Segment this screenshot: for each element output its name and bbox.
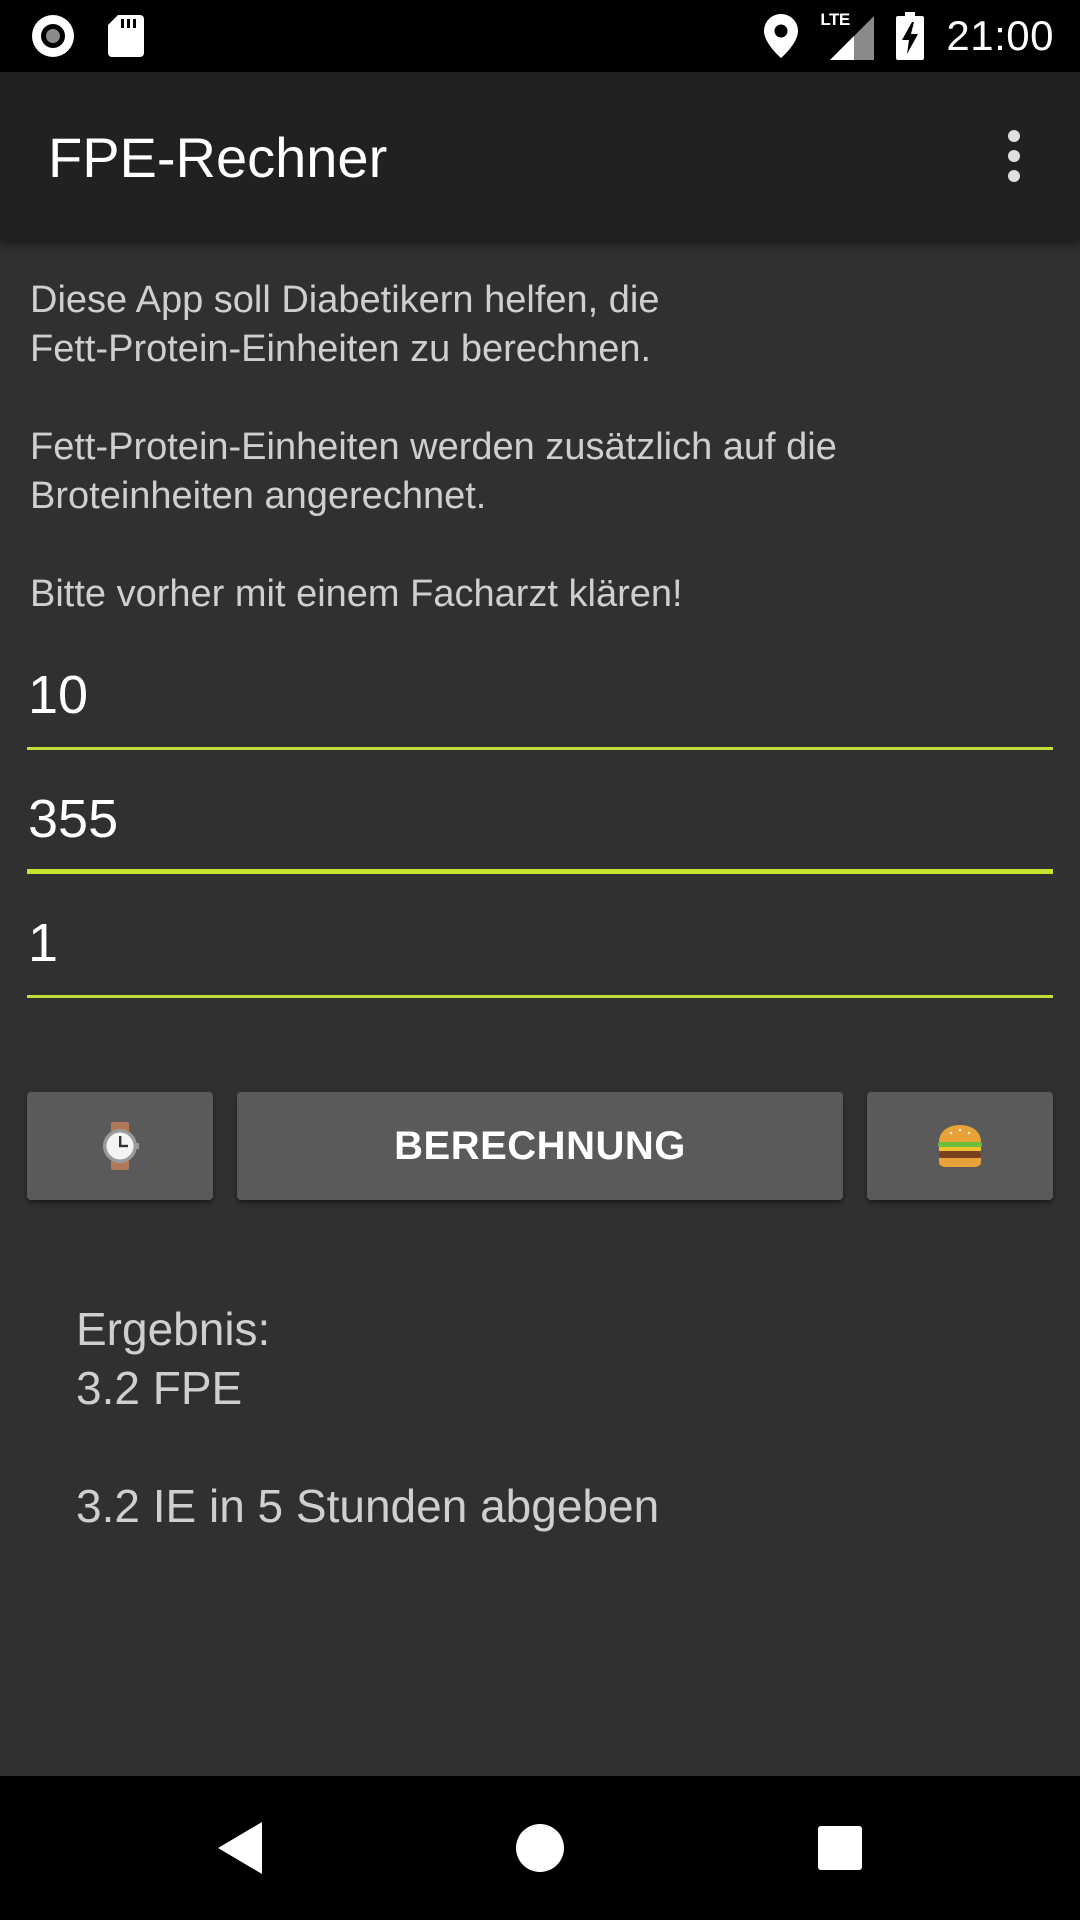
result-label: Ergebnis: [76,1303,271,1355]
recents-square-icon [818,1826,862,1870]
intro-line-5: Bitte vorher mit einem Facharzt klären! [30,573,683,615]
input-underline-3 [27,995,1053,998]
home-circle-icon [516,1824,564,1872]
screen-record-icon [32,15,74,57]
intro-line-3: Fett-Protein-Einheiten werden zusätzlich… [30,426,837,468]
navigation-bar [0,1776,1080,1920]
hamburger-icon [938,1125,982,1167]
intro-line-4: Broteinheiten angerechnet. [30,475,487,517]
recents-button[interactable] [804,1812,876,1884]
result-fpe: 3.2 FPE [76,1362,243,1414]
intro-paragraph-2: Fett-Protein-Einheiten werden zusätzlich… [30,423,1050,521]
app-title: FPE-Rechner [48,126,388,189]
battery-charging-icon [896,12,925,60]
location-icon [764,14,799,58]
input-field-2 [27,774,1053,874]
result-instruction: 3.2 IE in 5 Stunden abgeben [76,1480,660,1532]
input-field-3 [27,898,1053,998]
food-button[interactable] [867,1092,1053,1200]
status-system-icons: LTE 21:00 [764,8,1054,64]
home-button[interactable] [504,1812,576,1884]
more-vert-icon [1008,130,1020,142]
network-type-label: LTE [820,10,850,29]
input-field-1 [27,650,1053,750]
result-panel: Ergebnis: 3.2 FPE 3.2 IE in 5 Stunden ab… [76,1300,1016,1536]
back-button[interactable] [204,1812,276,1884]
clock: 21:00 [946,12,1054,59]
status-notifications [32,14,144,58]
sd-card-icon [108,15,144,57]
intro-text: Diese App soll Diabetikern helfen, die F… [30,276,1050,619]
number-input-2[interactable] [27,774,1053,864]
input-underline-2 [27,869,1053,874]
input-underline-1 [27,747,1053,750]
watch-icon [103,1122,139,1170]
main-content: Diese App soll Diabetikern helfen, die F… [0,240,1080,1776]
intro-line-2: Fett-Protein-Einheiten zu berechnen. [30,328,652,370]
app-bar: FPE-Rechner [0,72,1080,240]
intro-paragraph-1: Diese App soll Diabetikern helfen, die F… [30,276,1050,374]
number-input-1[interactable] [27,650,1053,740]
signal-icon: LTE [820,10,875,60]
intro-line-1: Diese App soll Diabetikern helfen, die [30,279,660,321]
number-input-3[interactable] [27,898,1053,988]
calculate-button-label: BERECHNUNG [394,1123,686,1168]
back-triangle-icon [218,1822,262,1874]
intro-paragraph-3: Bitte vorher mit einem Facharzt klären! [30,570,1050,619]
status-bar: LTE 21:00 [0,0,1080,72]
overflow-menu-button[interactable] [978,120,1050,192]
watch-button[interactable] [27,1092,213,1200]
calculate-button[interactable]: BERECHNUNG [237,1092,843,1200]
